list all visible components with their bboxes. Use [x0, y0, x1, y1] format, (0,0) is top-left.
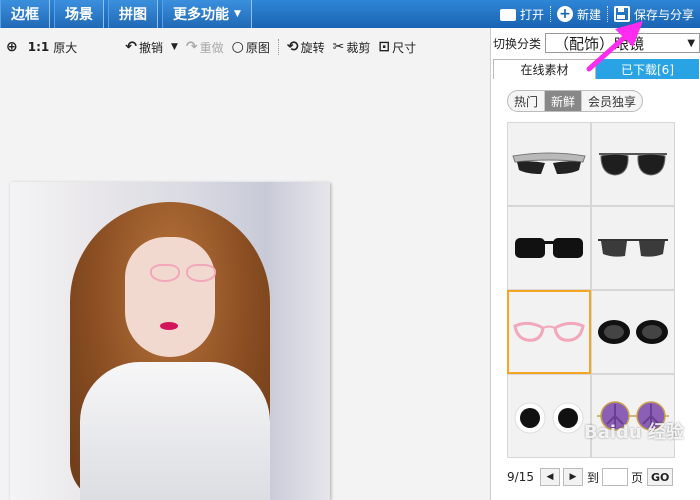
- tab-label: 在线素材: [520, 63, 569, 77]
- tab-online-materials[interactable]: 在线素材: [493, 59, 596, 79]
- tab-scene[interactable]: 场景: [54, 0, 104, 28]
- category-row: 切换分类 （配饰）眼镜 ▼: [491, 32, 700, 54]
- aviator-glasses-image: [599, 153, 667, 176]
- open-button[interactable]: 打开: [494, 0, 550, 28]
- glasses-grid: [507, 122, 675, 458]
- undo-icon: ↶: [125, 39, 137, 55]
- go-button[interactable]: GO: [646, 468, 674, 486]
- watermark: Baidu 经验: [584, 422, 685, 443]
- circle-icon: ○: [231, 39, 244, 55]
- new-label: 新建: [576, 7, 601, 22]
- filter-members-only[interactable]: 会员独享: [582, 91, 642, 111]
- zoom-in-button[interactable]: ⊕: [6, 39, 20, 55]
- grid-item-round-white-glasses[interactable]: [507, 374, 591, 458]
- page-number-input[interactable]: [601, 468, 628, 486]
- tab-label: 更多功能: [173, 7, 229, 23]
- grid-item-pink-cat-eye-glasses[interactable]: [507, 290, 591, 374]
- category-value: （配饰）眼镜: [554, 34, 645, 53]
- redo-icon: ↷: [185, 39, 198, 55]
- grid-item-shield-glasses[interactable]: [507, 122, 591, 206]
- next-page-button[interactable]: ▶: [562, 468, 583, 486]
- resize-icon: ⊡: [378, 39, 391, 55]
- chevron-down-icon: ▼: [234, 9, 241, 19]
- edited-photo[interactable]: [10, 182, 330, 500]
- save-icon: [613, 6, 630, 22]
- grid-item-aviator-glasses[interactable]: [591, 122, 675, 206]
- size-label: 尺寸: [392, 40, 417, 55]
- pink-cat-eye-glasses-image: [513, 321, 585, 342]
- square-black-glasses-image: [515, 238, 583, 258]
- resize-button[interactable]: ⊡ 尺寸: [378, 39, 416, 56]
- original-image-button[interactable]: ○ 原图: [232, 39, 270, 56]
- original-label: 原图: [245, 40, 270, 55]
- original-size-label: 原大: [53, 40, 78, 55]
- round-white-glasses-image: [514, 402, 584, 434]
- original-size-button[interactable]: 1:1 原大: [28, 39, 78, 56]
- chevron-down-icon: ▼: [687, 37, 696, 49]
- shield-glasses-image: [512, 152, 586, 174]
- image-canvas[interactable]: [0, 64, 490, 500]
- grid-item-square-black-glasses[interactable]: [507, 206, 591, 290]
- go-label: GO: [650, 470, 670, 484]
- redo-button[interactable]: ↷ 重做: [186, 39, 224, 56]
- save-label: 保存与分享: [633, 7, 694, 22]
- grid-item-oval-black-glasses[interactable]: [591, 290, 675, 374]
- category-select[interactable]: （配饰）眼镜 ▼: [545, 33, 700, 53]
- edit-toolbar: ⊕ 1:1 原大 ↶ 撤销 ▼ ↷ 重做 ○ 原图 ⟲ 旋转 ✂ 裁剪 ⊡ 尺寸: [0, 34, 490, 60]
- chevron-down-icon[interactable]: ▼: [171, 42, 178, 52]
- applied-glasses-sticker[interactable]: [150, 262, 220, 286]
- divider: [277, 39, 279, 55]
- tab-label: 边框: [11, 7, 39, 23]
- crop-label: 裁剪: [346, 40, 371, 55]
- plus-icon: +: [556, 6, 573, 22]
- tab-label: 拼图: [119, 7, 147, 23]
- crop-button[interactable]: ✂ 裁剪: [333, 39, 371, 56]
- rotate-icon: ⟲: [286, 39, 299, 55]
- grid-item-gradient-sunglasses[interactable]: [591, 206, 675, 290]
- rotate-button[interactable]: ⟲ 旋转: [287, 39, 325, 56]
- save-share-button[interactable]: 保存与分享: [608, 0, 700, 28]
- rotate-label: 旋转: [300, 40, 325, 55]
- main-tabs: 边框 场景 拼图 更多功能 ▼: [0, 0, 256, 28]
- top-actions: 打开 + 新建 保存与分享: [494, 0, 700, 28]
- filter-segmented-control: 热门 新鲜 会员独享: [507, 90, 644, 112]
- tab-label: 已下载[6]: [621, 62, 674, 77]
- photo-lips: [160, 322, 178, 330]
- redo-label: 重做: [199, 40, 224, 55]
- tab-collage[interactable]: 拼图: [108, 0, 158, 28]
- page-label: 页: [630, 470, 643, 485]
- zoom-ratio: 1:1: [27, 40, 50, 54]
- zoom-icon: ⊕: [6, 39, 18, 55]
- folder-icon: [499, 9, 516, 21]
- filter-fresh[interactable]: 新鲜: [545, 91, 583, 111]
- undo-label: 撤销: [138, 40, 163, 55]
- photo-dress: [80, 362, 270, 500]
- arrow-right-icon: ▶: [569, 472, 577, 482]
- source-tabs: 在线素材 已下载[6]: [493, 59, 699, 79]
- prev-page-button[interactable]: ◀: [539, 468, 560, 486]
- page-indicator: 9/15: [507, 470, 534, 484]
- pagination: 9/15 ◀ ▶ 到 页 GO: [507, 466, 674, 488]
- scissors-icon: ✂: [332, 39, 345, 55]
- new-button[interactable]: + 新建: [551, 0, 607, 28]
- top-bar: 边框 场景 拼图 更多功能 ▼ 打开 + 新建 保存与分享: [0, 0, 700, 28]
- photo-face: [125, 237, 215, 357]
- grid-item-purple-peace-glasses[interactable]: [591, 374, 675, 458]
- arrow-left-icon: ◀: [546, 472, 554, 482]
- filter-hot[interactable]: 热门: [508, 91, 546, 111]
- tab-more-features[interactable]: 更多功能 ▼: [162, 0, 252, 28]
- tab-downloaded[interactable]: 已下载[6]: [596, 59, 699, 79]
- open-label: 打开: [519, 7, 544, 22]
- tab-label: 场景: [65, 7, 93, 23]
- goto-label: 到: [586, 470, 599, 485]
- gradient-sunglasses-image: [598, 239, 668, 257]
- category-label: 切换分类: [493, 36, 542, 51]
- oval-black-glasses-image: [598, 320, 668, 344]
- undo-button[interactable]: ↶ 撤销 ▼: [125, 39, 178, 56]
- tab-border[interactable]: 边框: [0, 0, 50, 28]
